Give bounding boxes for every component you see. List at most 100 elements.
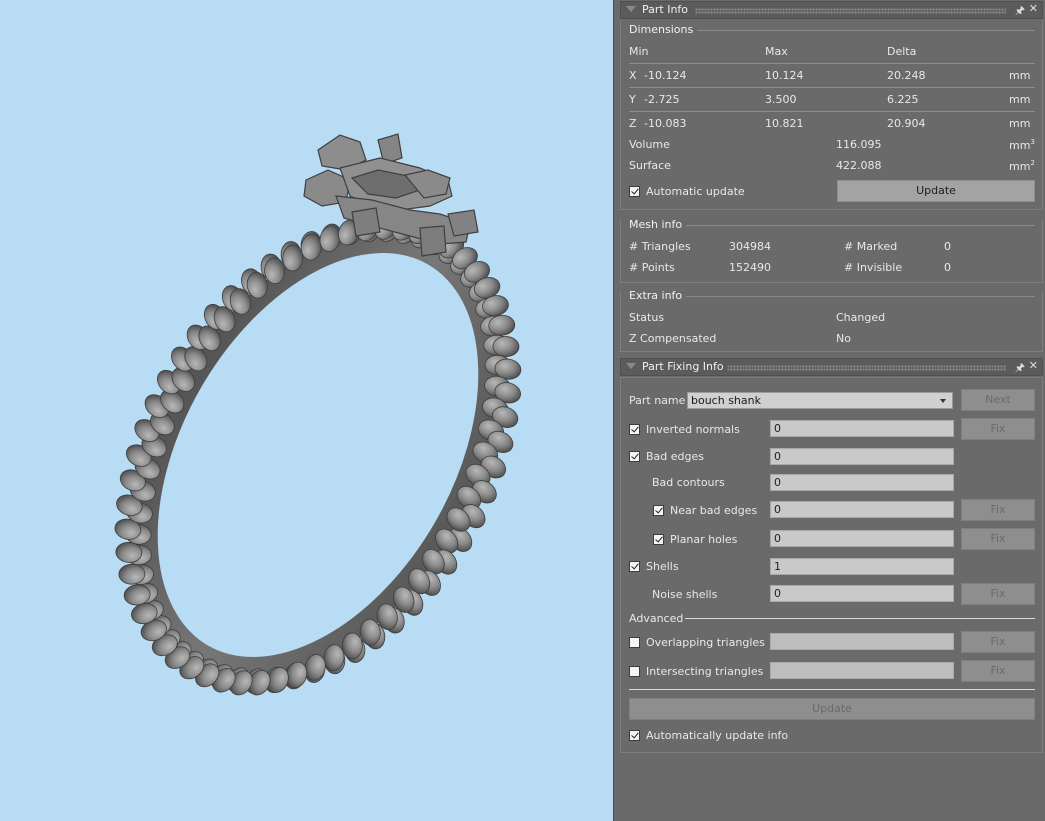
triangles-label: # Triangles (629, 240, 691, 253)
advanced-label: Advanced (629, 612, 684, 625)
noise-shells-label: Noise shells (652, 588, 718, 601)
unit: mm (1009, 93, 1031, 106)
surface-value: 422.088 (836, 159, 882, 172)
extra-info-label: Extra info (629, 289, 687, 302)
part-name-select[interactable]: bouch shank (687, 392, 953, 409)
pin-icon[interactable]: 🖈 (1015, 2, 1025, 21)
ring-model[interactable] (0, 0, 613, 821)
inverted-normals-checkbox[interactable] (629, 424, 640, 435)
fix-overlapping-triangles-button[interactable]: Fix (961, 631, 1035, 653)
bad-contours-label: Bad contours (652, 476, 725, 489)
max-value: 3.500 (765, 93, 797, 106)
unit-text: mm (1009, 139, 1031, 152)
axis-label: Y (629, 93, 636, 106)
rope-bead (341, 632, 363, 660)
rope-bead (282, 244, 304, 272)
part-name-value: bouch shank (691, 394, 761, 407)
row-divider (629, 63, 1035, 64)
volume-label: Volume (629, 138, 670, 151)
delta-value: 20.248 (887, 69, 926, 82)
status-value: Changed (836, 311, 886, 324)
properties-panel: Part Info 🖈 ✕ Dimensions Min Max Delta X… (613, 0, 1045, 821)
mesh-info-label: Mesh info (629, 218, 687, 231)
advanced-divider (685, 618, 1035, 619)
section-divider (686, 225, 1035, 226)
bad-contours-field: 0 (770, 474, 954, 491)
fix-intersecting-triangles-button[interactable]: Fix (961, 660, 1035, 682)
min-header: Min (629, 45, 649, 58)
points-label: # Points (629, 261, 675, 274)
max-header: Max (765, 45, 788, 58)
invisible-value: 0 (944, 261, 951, 274)
fix-near-bad-edges-button[interactable]: Fix (961, 499, 1035, 521)
drag-grip-icon[interactable] (727, 365, 1006, 371)
close-icon[interactable]: ✕ (1029, 359, 1038, 372)
next-button[interactable]: Next (961, 389, 1035, 411)
delta-header: Delta (887, 45, 917, 58)
rope-bead (118, 563, 146, 585)
automatic-update-label: Automatic update (646, 185, 745, 198)
automatic-update-checkbox[interactable] (629, 186, 640, 197)
section-divider (694, 30, 1035, 31)
axis-label: X (629, 69, 637, 82)
rope-bead (492, 336, 520, 357)
row-divider (629, 87, 1035, 88)
dropdown-arrow-icon[interactable] (940, 399, 946, 403)
part-fixing-title: Part Fixing Info (642, 360, 724, 373)
status-label: Status (629, 311, 665, 324)
row-divider (629, 111, 1035, 112)
inverted-normals-label: Inverted normals (646, 423, 740, 436)
near-bad-edges-field: 0 (770, 501, 954, 518)
overlapping-triangles-label: Overlapping triangles (646, 636, 765, 649)
bad-edges-field: 0 (770, 448, 954, 465)
unit-exponent: 3 (1030, 138, 1035, 146)
z-compensated-value: No (836, 332, 851, 345)
planar-holes-field: 0 (770, 530, 954, 547)
part-name-label: Part name (629, 394, 686, 407)
dimensions-update-button[interactable]: Update (837, 180, 1035, 202)
fix-planar-holes-button[interactable]: Fix (961, 528, 1035, 550)
unit-exponent: 2 (1030, 159, 1035, 167)
triangles-value: 304984 (729, 240, 771, 253)
section-divider (686, 296, 1035, 297)
intersecting-triangles-field (770, 662, 954, 679)
near-bad-edges-checkbox[interactable] (653, 505, 664, 516)
max-value: 10.821 (765, 117, 804, 130)
volume-value: 116.095 (836, 138, 882, 151)
intersecting-triangles-label: Intersecting triangles (646, 665, 764, 678)
noise-shells-field: 0 (770, 585, 954, 602)
close-icon[interactable]: ✕ (1029, 2, 1038, 15)
points-value: 152490 (729, 261, 771, 274)
collapse-icon[interactable] (626, 363, 636, 369)
3d-viewport[interactable] (0, 0, 613, 821)
overlapping-triangles-checkbox[interactable] (629, 637, 640, 648)
fixing-update-button[interactable]: Update (629, 698, 1035, 720)
shells-checkbox[interactable] (629, 561, 640, 572)
fix-inverted-normals-button[interactable]: Fix (961, 418, 1035, 440)
min-value: -2.725 (644, 93, 680, 106)
part-info-title: Part Info (642, 3, 689, 16)
surface-label: Surface (629, 159, 671, 172)
planar-holes-label: Planar holes (670, 533, 738, 546)
automatically-update-info-checkbox[interactable] (629, 730, 640, 741)
collapse-icon[interactable] (626, 6, 636, 12)
fix-noise-shells-button[interactable]: Fix (961, 583, 1035, 605)
drag-grip-icon[interactable] (695, 8, 1006, 14)
invisible-label: # Invisible (844, 261, 903, 274)
max-value: 10.124 (765, 69, 804, 82)
bad-edges-label: Bad edges (646, 450, 704, 463)
bad-edges-checkbox[interactable] (629, 451, 640, 462)
part-fixing-header[interactable]: Part Fixing Info 🖈 ✕ (620, 358, 1043, 376)
delta-value: 6.225 (887, 93, 919, 106)
unit: mm (1009, 117, 1031, 130)
pin-icon[interactable]: 🖈 (1015, 359, 1025, 378)
unit-text: mm (1009, 160, 1031, 173)
planar-holes-checkbox[interactable] (653, 534, 664, 545)
intersecting-triangles-checkbox[interactable] (629, 666, 640, 677)
inverted-normals-field: 0 (770, 420, 954, 437)
update-divider (629, 689, 1035, 690)
volume-unit: mm3 (1009, 138, 1035, 152)
min-value: -10.124 (644, 69, 687, 82)
part-info-header[interactable]: Part Info 🖈 ✕ (620, 1, 1043, 19)
shells-label: Shells (646, 560, 679, 573)
